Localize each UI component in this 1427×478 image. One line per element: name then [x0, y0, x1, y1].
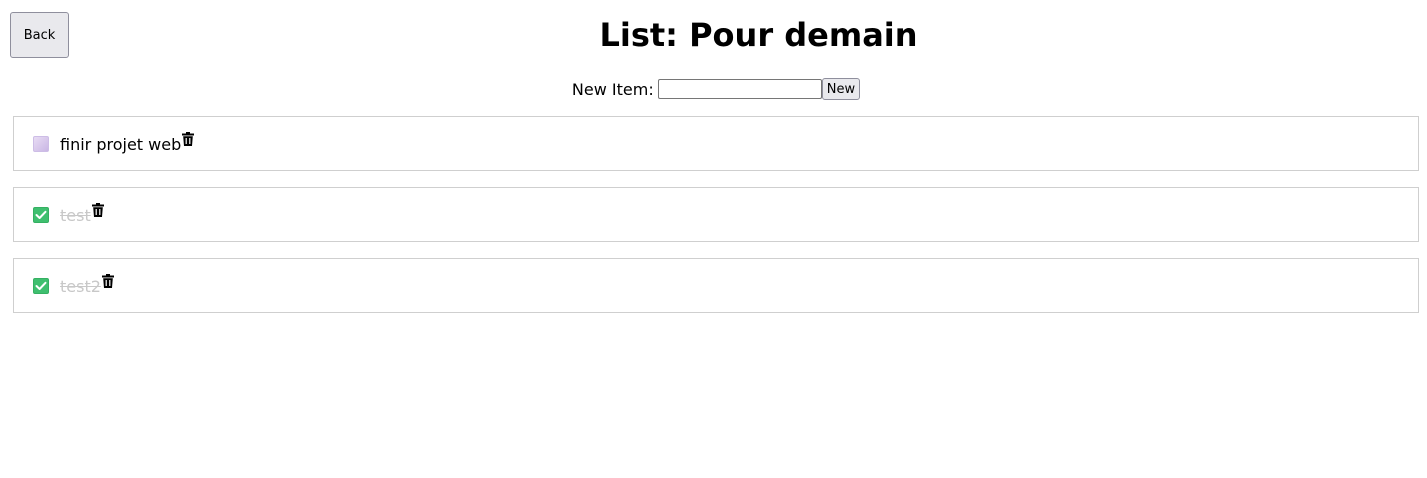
- todo-item: test: [13, 187, 1419, 242]
- todo-list: finir projet web test test2: [13, 116, 1419, 329]
- new-item-button[interactable]: New: [821, 78, 861, 100]
- todo-checkbox[interactable]: [33, 135, 49, 152]
- todo-item: finir projet web: [13, 116, 1419, 171]
- new-item-label: New Item:: [571, 79, 654, 99]
- checkmark-icon: [35, 210, 47, 219]
- todo-item-label: finir projet web: [60, 134, 182, 154]
- todo-checkbox[interactable]: [33, 206, 49, 223]
- page-title: List: Pour demain: [599, 16, 918, 54]
- trash-icon[interactable]: [91, 202, 104, 221]
- todo-item-label: test: [60, 205, 91, 225]
- trash-icon[interactable]: [182, 131, 195, 150]
- new-item-form: New Item: New: [0, 78, 1427, 100]
- new-item-input[interactable]: [657, 79, 822, 99]
- trash-icon[interactable]: [101, 273, 114, 292]
- todo-item: test2: [13, 258, 1419, 313]
- todo-checkbox[interactable]: [33, 277, 49, 294]
- todo-item-label: test2: [60, 276, 101, 296]
- checkmark-icon: [35, 281, 47, 290]
